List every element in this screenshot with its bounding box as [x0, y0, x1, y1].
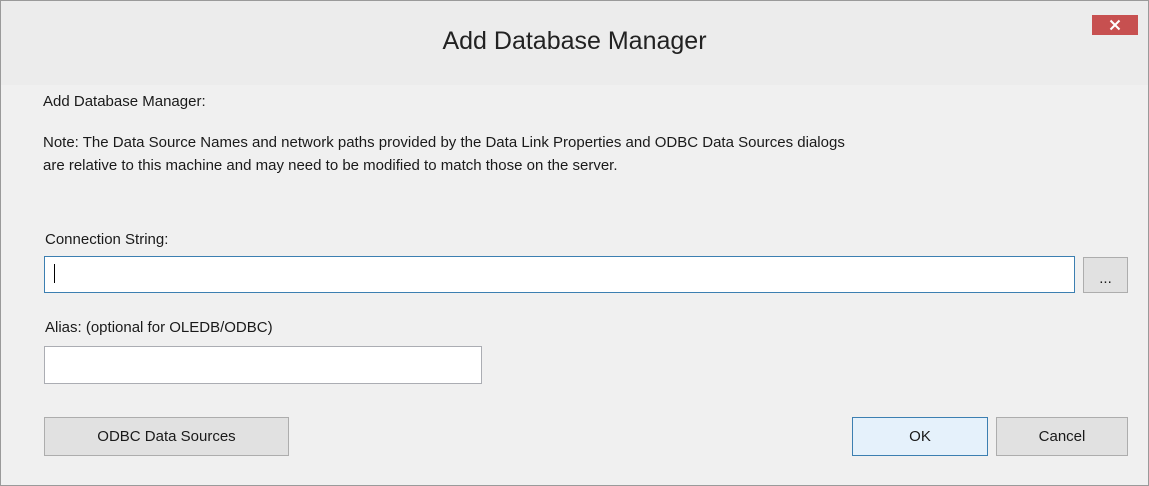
- window-title: Add Database Manager: [442, 27, 707, 55]
- alias-input[interactable]: [44, 346, 482, 384]
- odbc-data-sources-button[interactable]: ODBC Data Sources: [44, 417, 289, 456]
- note-line-1: Note: The Data Source Names and network …: [43, 134, 845, 151]
- connection-string-input[interactable]: [44, 256, 1075, 293]
- text-caret: [54, 264, 55, 283]
- ok-button[interactable]: OK: [852, 417, 988, 456]
- close-icon: [1109, 19, 1121, 31]
- close-button[interactable]: [1092, 15, 1138, 35]
- dialog-heading: Add Database Manager:: [43, 93, 206, 110]
- alias-label: Alias: (optional for OLEDB/ODBC): [45, 319, 273, 336]
- browse-button[interactable]: ...: [1083, 257, 1128, 293]
- note-text: Note: The Data Source Names and network …: [43, 131, 1103, 177]
- note-line-2: are relative to this machine and may nee…: [43, 157, 618, 174]
- title-bar[interactable]: Add Database Manager: [1, 1, 1148, 85]
- dialog-window: Add Database Manager Add Database Manage…: [0, 0, 1149, 486]
- cancel-button[interactable]: Cancel: [996, 417, 1128, 456]
- connection-string-label: Connection String:: [45, 231, 169, 248]
